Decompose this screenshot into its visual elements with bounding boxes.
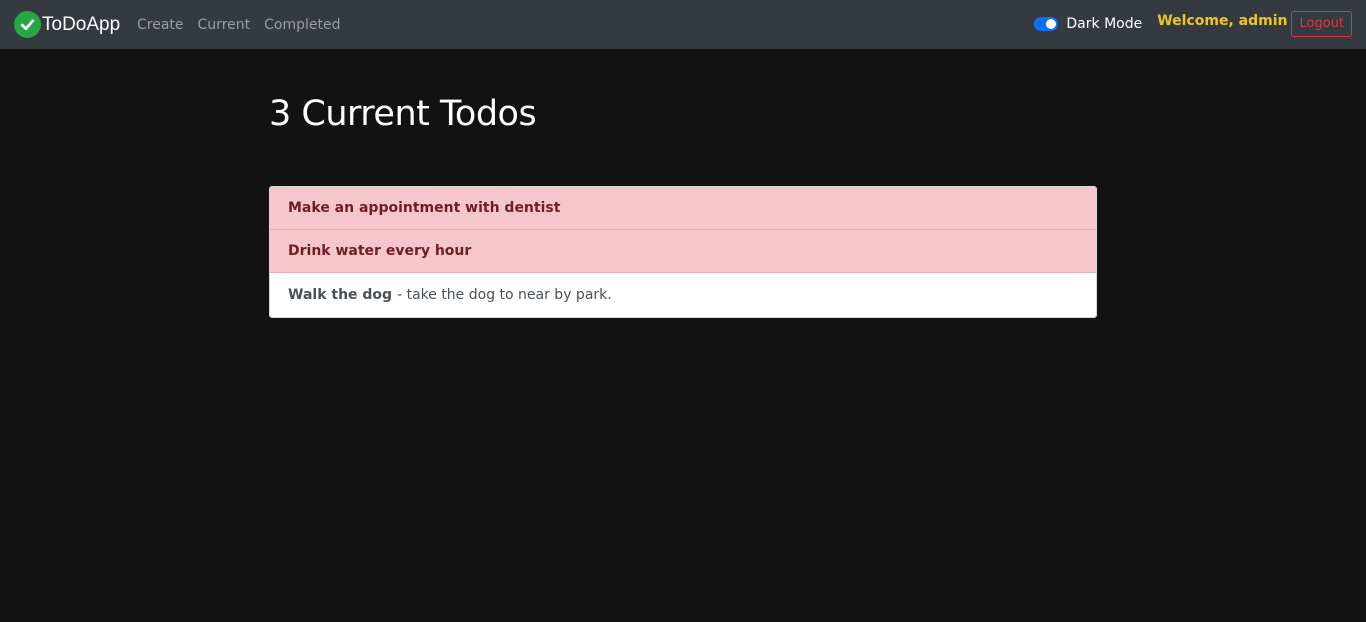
nav-right: Dark Mode Welcome, admin Logout [1034, 11, 1352, 37]
nav-link-current[interactable]: Current [198, 16, 251, 34]
nav-links: Create Current Completed [137, 16, 354, 34]
todo-item[interactable]: Drink water every hour [270, 230, 1096, 273]
check-circle-icon [14, 11, 41, 38]
dark-mode-toggle[interactable] [1034, 17, 1059, 31]
logout-button[interactable]: Logout [1291, 11, 1352, 37]
nav-link-completed[interactable]: Completed [264, 16, 340, 34]
todo-description: - take the dog to near by park. [397, 287, 612, 303]
welcome-text: Welcome, admin [1157, 13, 1288, 29]
brand-name: ToDoApp [42, 14, 121, 35]
todo-item[interactable]: Make an appointment with dentist [270, 187, 1096, 230]
todo-title: Walk the dog [288, 287, 393, 303]
todo-item[interactable]: Walk the dog - take the dog to near by p… [270, 273, 1096, 317]
todo-title: Drink water every hour [288, 243, 472, 259]
navbar: ToDoApp Create Current Completed Dark Mo… [0, 0, 1366, 49]
page-title: 3 Current Todos [269, 94, 537, 134]
todo-title: Make an appointment with dentist [288, 200, 561, 216]
nav-link-create[interactable]: Create [137, 16, 184, 34]
todo-list: Make an appointment with dentist Drink w… [269, 186, 1097, 318]
brand-link[interactable]: ToDoApp [14, 11, 120, 38]
toggle-knob [1046, 19, 1057, 29]
dark-mode-label: Dark Mode [1066, 16, 1143, 32]
